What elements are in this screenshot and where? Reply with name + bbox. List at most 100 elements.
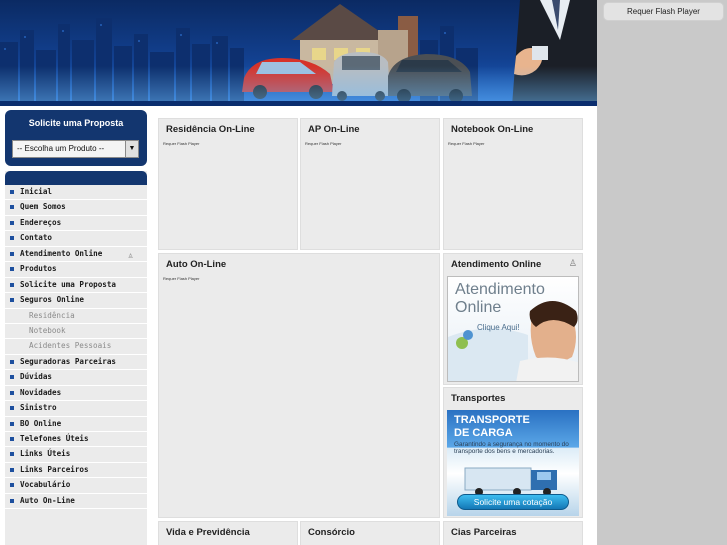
flash-player-notice[interactable]: Requer Flash Player xyxy=(448,141,484,146)
menu-item[interactable]: Inicial xyxy=(5,185,147,201)
sidebar-menu: Inicial Quem Somos Endereços Contato Atendim… xyxy=(5,171,147,545)
page: Requer Flash Player Solicite uma Propost… xyxy=(0,0,727,545)
menu-item[interactable]: Auto On-Line xyxy=(5,494,147,510)
bullet-icon xyxy=(10,452,14,457)
menu-item[interactable]: Links Úteis xyxy=(5,447,147,463)
menu-item[interactable]: Telefones Úteis xyxy=(5,432,147,448)
panel-cias: Cias Parceiras xyxy=(443,521,583,545)
menu-item-label: Dúvidas xyxy=(20,372,53,382)
panel-ap: AP On-Line Requer Flash Player xyxy=(300,118,440,250)
banner-text: DE CARGA xyxy=(454,427,513,439)
panel-title: Residência On-Line xyxy=(166,124,255,135)
banner-description: Garantindo a segurança no momento do tra… xyxy=(454,441,569,455)
user-icon: ♙ xyxy=(568,258,577,268)
banner-text: Online xyxy=(455,299,502,316)
bullet-icon xyxy=(10,390,14,395)
menu-item-label: Atendimento Online xyxy=(20,248,103,258)
menu-item-label: Seguradoras Parceiras xyxy=(20,356,117,366)
menu-item[interactable]: Notebook xyxy=(5,324,147,340)
menu-item-label: Vocabulário xyxy=(20,480,71,490)
proposal-title: Solicite uma Proposta xyxy=(28,118,124,128)
menu-item[interactable]: Dúvidas xyxy=(5,370,147,386)
panel-residencia: Residência On-Line Requer Flash Player xyxy=(158,118,298,250)
menu-item-label: Produtos xyxy=(20,264,57,274)
menu-item-label: Notebook xyxy=(29,325,66,335)
menu-item-label: Sinistro xyxy=(20,403,57,413)
panel-consorcio: Consórcio xyxy=(300,521,440,545)
panel-title: Atendimento Online xyxy=(451,259,542,270)
request-quote-button[interactable]: Solicite uma cotação xyxy=(457,494,569,510)
menu-item[interactable]: Residência xyxy=(5,309,147,324)
bullet-icon xyxy=(10,375,14,380)
menu-item[interactable]: Vocabulário xyxy=(5,478,147,494)
menu-item[interactable]: Seguros Online xyxy=(5,293,147,309)
right-sidebar xyxy=(597,0,727,545)
product-select[interactable]: -- Escolha um Produto -- ▼ xyxy=(12,140,139,158)
panel-title: Cias Parceiras xyxy=(451,527,517,538)
banner-text: TRANSPORTE xyxy=(454,414,530,426)
click-here-link[interactable]: Clique Aqui! xyxy=(477,323,520,332)
menu-item-label: Endereços xyxy=(20,217,62,227)
menu-item-label: Novidades xyxy=(20,387,62,397)
menu-item[interactable]: Atendimento Online ♙ xyxy=(5,247,147,263)
panel-title: Transportes xyxy=(451,393,506,404)
menu-item[interactable]: Produtos xyxy=(5,262,147,278)
menu-item[interactable]: Quem Somos xyxy=(5,200,147,216)
flash-player-notice[interactable]: Requer Flash Player xyxy=(305,141,341,146)
transporte-carga-banner[interactable]: TRANSPORTE DE CARGA Garantindo a seguran… xyxy=(447,410,579,516)
menu-item-label: Links Úteis xyxy=(20,449,71,459)
menu-item[interactable]: Solicite uma Proposta xyxy=(5,278,147,294)
panel-notebook: Notebook On-Line Requer Flash Player xyxy=(443,118,583,250)
bullet-icon xyxy=(10,190,14,194)
menu-item-label: Links Parceiros xyxy=(20,464,89,474)
panel-title: Auto On-Line xyxy=(166,259,227,270)
panel-title: Consórcio xyxy=(308,527,355,538)
panel-vida: Vida e Previdência xyxy=(158,521,298,545)
panel-title: Vida e Previdência xyxy=(166,527,250,538)
banner-text: Atendimento xyxy=(455,281,545,298)
bullet-icon xyxy=(10,251,14,256)
proposal-box: Solicite uma Proposta -- Escolha um Prod… xyxy=(5,110,147,166)
atendimento-online-banner[interactable]: Atendimento Online Clique Aqui! xyxy=(447,276,579,382)
menu-item[interactable]: BO Online xyxy=(5,417,147,432)
chevron-down-icon[interactable]: ▼ xyxy=(125,141,138,157)
menu-item[interactable]: Links Parceiros xyxy=(5,463,147,479)
menu-item[interactable]: Seguradoras Parceiras xyxy=(5,355,147,371)
menu-header xyxy=(5,171,147,185)
menu-item[interactable]: Sinistro xyxy=(5,401,147,417)
panel-auto: Auto On-Line Requer Flash Player xyxy=(158,253,440,518)
menu-item-label: Quem Somos xyxy=(20,202,66,212)
flash-player-notice[interactable]: Requer Flash Player xyxy=(163,141,199,146)
panel-title: Notebook On-Line xyxy=(451,124,534,135)
bullet-icon xyxy=(10,220,14,225)
panel-title: AP On-Line xyxy=(308,124,360,135)
menu-item-label: Solicite uma Proposta xyxy=(20,279,117,289)
bullet-icon xyxy=(10,498,14,503)
bullet-icon xyxy=(10,205,14,210)
menu-list: Inicial Quem Somos Endereços Contato Atendim… xyxy=(5,185,147,510)
bullet-icon xyxy=(10,421,14,426)
bullet-icon xyxy=(10,236,14,241)
bullet-icon xyxy=(10,467,14,472)
bullet-icon xyxy=(10,483,14,488)
menu-item-label: Residência xyxy=(29,310,75,320)
menu-item[interactable]: Contato xyxy=(5,231,147,247)
menu-item-label: Acidentes Pessoais xyxy=(29,341,112,351)
menu-item-label: Inicial xyxy=(20,187,53,196)
bullet-icon xyxy=(10,267,14,272)
flash-player-notice[interactable]: Requer Flash Player xyxy=(603,2,724,21)
menu-item-label: Contato xyxy=(20,233,53,243)
bullet-icon xyxy=(10,406,14,411)
bullet-icon xyxy=(10,359,14,364)
menu-item-label: Auto On-Line xyxy=(20,495,75,505)
bullet-icon xyxy=(10,437,14,441)
menu-item[interactable]: Acidentes Pessoais xyxy=(5,339,147,355)
flash-player-notice[interactable]: Requer Flash Player xyxy=(163,276,199,281)
menu-item-label: BO Online xyxy=(20,418,62,428)
menu-item[interactable]: Novidades xyxy=(5,386,147,402)
menu-item[interactable]: Endereços xyxy=(5,216,147,232)
menu-item-label: Seguros Online xyxy=(20,295,85,305)
header-banner xyxy=(0,0,597,106)
bullet-icon xyxy=(10,282,14,287)
user-icon: ♙ xyxy=(128,250,133,260)
